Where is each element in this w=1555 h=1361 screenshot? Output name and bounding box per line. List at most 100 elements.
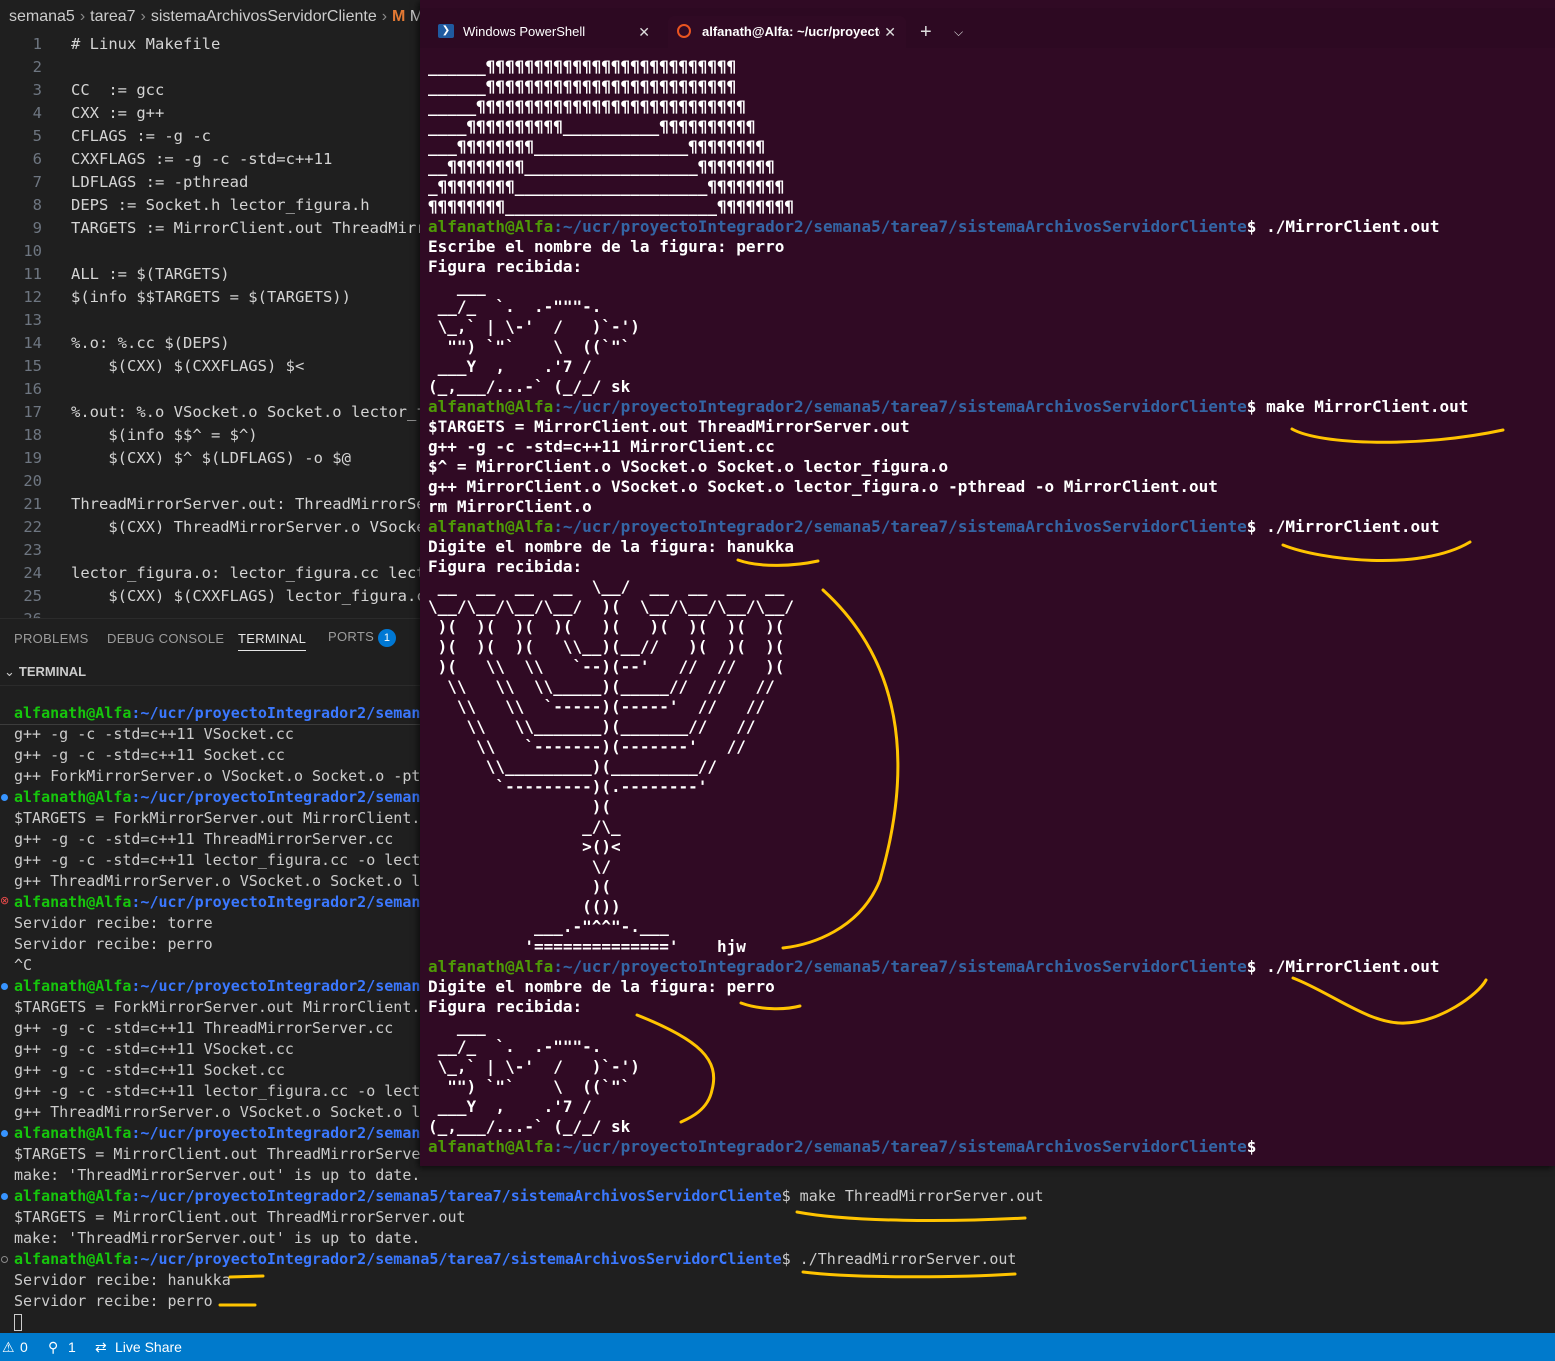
prompt-path: :~/ucr/proyectoIntegrador2/semana5/tarea… — [553, 957, 1247, 976]
terminal-line: alfanath@Alfa:~/ucr/proyectoIntegrador2/… — [14, 1186, 1044, 1207]
breadcrumb-item[interactable]: tarea7 — [90, 8, 135, 25]
tab-terminal[interactable]: TERMINAL — [238, 631, 307, 651]
chevron-down-icon[interactable]: ⌵ — [954, 16, 963, 48]
code-line[interactable]: 20 — [0, 470, 42, 493]
code-line[interactable]: 1 # Linux Makefile — [0, 33, 221, 56]
prompt-user: alfanath@Alfa — [428, 217, 554, 236]
ubuntu-icon — [677, 24, 691, 38]
prompt-user: alfanath@Alfa — [14, 788, 132, 806]
terminal-line: rm MirrorClient.o — [428, 497, 592, 516]
code-text: CFLAGS := -g -c — [71, 127, 211, 145]
tab-debug-console[interactable]: DEBUG CONSOLE — [107, 631, 224, 646]
live-share-icon[interactable]: ⇄ — [95, 1333, 107, 1361]
ascii-art-line: ___ — [428, 1017, 486, 1036]
terminal-line: Servidor recibe: torre — [14, 914, 213, 932]
code-text: LDFLAGS := -pthread — [71, 173, 249, 191]
code-line[interactable]: 8 DEPS := Socket.h lector_figura.h — [0, 194, 370, 217]
new-tab-plus-icon[interactable]: + — [920, 16, 932, 48]
command-success-dot[interactable] — [1, 1193, 8, 1200]
code-line[interactable]: 2 — [0, 56, 42, 79]
command-text: $ make MirrorClient.out — [1246, 397, 1469, 416]
breadcrumb-item[interactable]: sistemaArchivosServidorCliente — [151, 8, 377, 25]
ports-count[interactable]: 1 — [68, 1333, 76, 1361]
prompt-path: :~/ucr/proyectoIntegrador2/seman — [131, 893, 421, 911]
code-text: $(CXX) ThreadMirrorServer.o VSocke — [71, 518, 420, 536]
code-line[interactable]: 14 %.o: %.cc $(DEPS) — [0, 332, 229, 355]
code-line[interactable]: 21 ThreadMirrorServer.out: ThreadMirrorSe — [0, 493, 420, 516]
code-line[interactable]: 19 $(CXX) $^ $(LDFLAGS) -o $@ — [0, 447, 351, 470]
code-text: ALL := $(TARGETS) — [71, 265, 230, 283]
code-line[interactable]: 5 CFLAGS := -g -c — [0, 125, 211, 148]
terminal-line: Escribe el nombre de la figura: perro — [428, 237, 785, 256]
prompt-user: alfanath@Alfa — [428, 517, 554, 536]
code-line[interactable]: 23 — [0, 539, 42, 562]
code-line[interactable]: 3 CC := gcc — [0, 79, 165, 102]
terminal-section-header[interactable]: ⌄ TERMINAL — [0, 658, 420, 686]
warning-count[interactable]: 0 — [20, 1333, 28, 1361]
tab-label: Windows PowerShell — [463, 24, 586, 39]
code-line[interactable]: 7 LDFLAGS := -pthread — [0, 171, 249, 194]
tab-problems[interactable]: PROBLEMS — [14, 631, 89, 646]
code-line[interactable]: 26 — [0, 608, 42, 618]
ports-badge: 1 — [378, 629, 397, 647]
code-line[interactable]: 18 $(info $$^ = $^) — [0, 424, 257, 447]
line-number: 2 — [32, 58, 42, 76]
tab-ports[interactable]: PORTS 1 — [328, 629, 397, 647]
prompt-path: :~/ucr/proyectoIntegrador2/semana5/tarea… — [131, 1250, 782, 1268]
status-bar: ⚠ 0 ⚲ 1 ⇄ Live Share — [0, 1333, 1555, 1361]
ascii-art-line: _¶¶¶¶¶¶¶¶____________________¶¶¶¶¶¶¶¶ — [428, 177, 785, 196]
close-icon[interactable]: ✕ — [880, 16, 896, 48]
line-number: 23 — [23, 541, 42, 559]
code-line[interactable]: 17 %.out: %.o VSocket.o Socket.o lector_f — [0, 401, 420, 424]
line-number: 1 — [32, 35, 42, 53]
ascii-art-line: "") `"` \ ((`"` — [428, 1077, 631, 1096]
line-number: 3 — [32, 81, 42, 99]
command-success-dot[interactable] — [1, 794, 8, 801]
code-line[interactable]: 10 — [0, 240, 42, 263]
warning-icon[interactable]: ⚠ — [2, 1333, 15, 1361]
terminal-line: g++ -g -c -std=c++11 Socket.cc — [14, 746, 285, 764]
breadcrumb-item[interactable]: semana5 — [9, 8, 75, 25]
code-line[interactable]: 11 ALL := $(TARGETS) — [0, 263, 229, 286]
code-line[interactable]: 24 lector_figura.o: lector_figura.cc lect — [0, 562, 420, 585]
code-line[interactable]: 25 $(CXX) $(CXXFLAGS) lector_figura.c — [0, 585, 420, 608]
code-line[interactable]: 13 — [0, 309, 42, 332]
terminal-line: alfanath@Alfa:~/ucr/proyectoIntegrador2/… — [14, 892, 420, 913]
close-icon[interactable]: ✕ — [638, 16, 650, 48]
ascii-art-line: `---------)(.--------' — [428, 777, 708, 796]
code-editor[interactable]: 1 # Linux Makefile 2 3 CC := gcc 4 CXX := g… — [0, 33, 420, 618]
terminal-line: $TARGETS = ForkMirrorServer.out MirrorCl… — [14, 809, 421, 827]
code-line[interactable]: 12 $(info $$TARGETS = $(TARGETS)) — [0, 286, 351, 309]
line-number: 20 — [23, 472, 42, 490]
prompt-user: alfanath@Alfa — [14, 977, 132, 995]
terminal-line: Servidor recibe: hanukka — [14, 1271, 231, 1289]
code-line[interactable]: 9 TARGETS := MirrorClient.out ThreadMirr — [0, 217, 420, 240]
chevron-right-icon: › — [140, 8, 146, 25]
code-line[interactable]: 6 CXXFLAGS := -g -c -std=c++11 — [0, 148, 333, 171]
command-running-dot[interactable] — [1, 1256, 8, 1263]
windows-terminal-window: ❯ Windows PowerShell ✕ alfanath@Alfa: ~/… — [420, 0, 1555, 1166]
prompt-path: :~/ucr/proyectoIntegrador2/seman — [131, 977, 421, 995]
live-share-button[interactable]: Live Share — [115, 1333, 182, 1361]
code-line[interactable]: 15 $(CXX) $(CXXFLAGS) $< — [0, 355, 304, 378]
tab-ubuntu[interactable]: alfanath@Alfa: ~/ucr/proyecto ✕ — [668, 16, 906, 48]
line-number: 26 — [0, 608, 42, 618]
command-success-dot[interactable] — [1, 983, 8, 990]
ports-icon[interactable]: ⚲ — [48, 1333, 58, 1361]
terminal-line: alfanath@Alfa:~/ucr/proyectoIntegrador2/… — [14, 976, 420, 997]
terminal-line: $TARGETS = MirrorClient.out ThreadMirror… — [14, 1145, 421, 1163]
terminal-line: Digite el nombre de la figura: perro — [428, 977, 775, 996]
command-success-dot[interactable] — [1, 1130, 8, 1137]
ascii-art-line: )( — [428, 877, 612, 896]
prompt-user: alfanath@Alfa — [14, 1124, 132, 1142]
breadcrumb-item[interactable]: M — [410, 8, 420, 25]
error-x-icon[interactable]: ⊗ — [0, 895, 9, 906]
ascii-art-line: _____¶¶¶¶¶¶¶¶¶¶¶¶¶¶¶¶¶¶¶¶¶¶¶¶¶¶¶¶ — [428, 97, 746, 116]
code-text: $(info $$^ = $^) — [71, 426, 258, 444]
code-line[interactable]: 22 $(CXX) ThreadMirrorServer.o VSocke — [0, 516, 420, 539]
tab-powershell[interactable]: ❯ Windows PowerShell ✕ — [428, 16, 660, 48]
code-line[interactable]: 16 — [0, 378, 42, 401]
code-line[interactable]: 4 CXX := g++ — [0, 102, 165, 125]
code-text: $(CXX) $(CXXFLAGS) lector_figura.c — [71, 587, 420, 605]
line-number: 17 — [23, 403, 42, 421]
